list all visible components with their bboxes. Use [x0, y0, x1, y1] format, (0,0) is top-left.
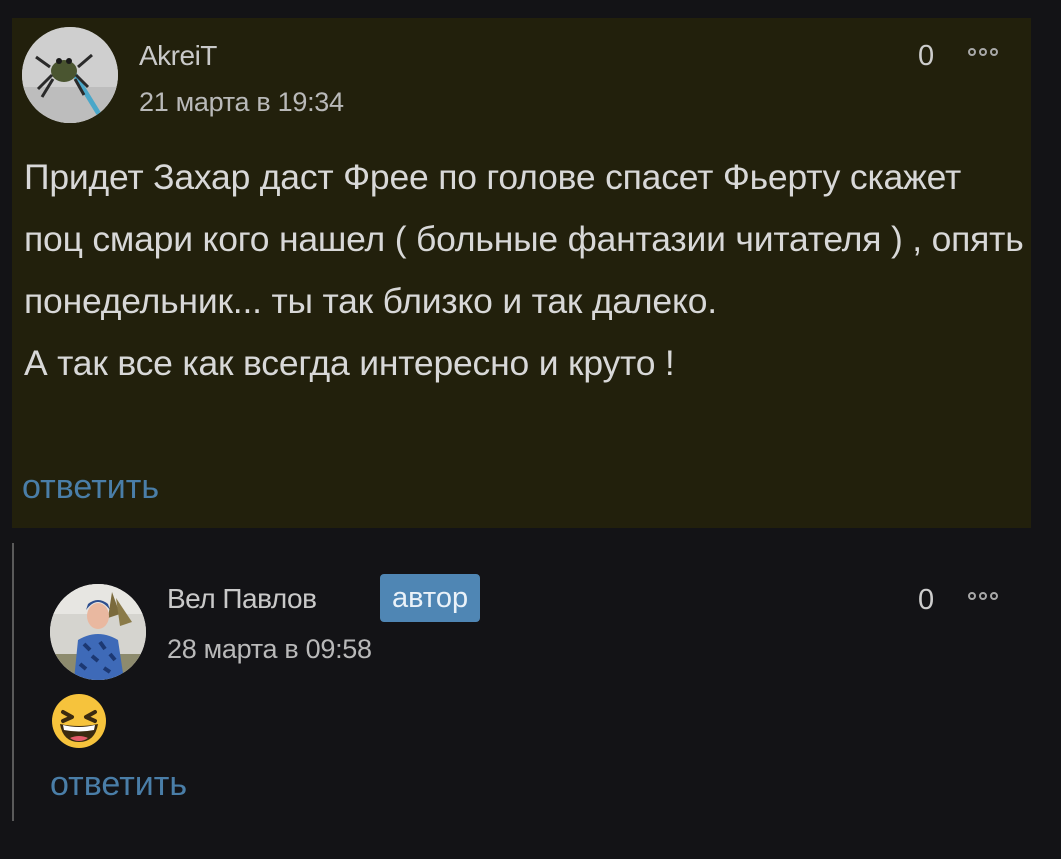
comment-reply: Вел Павлов автор 28 марта в 09:58 0 отве…: [12, 528, 1031, 828]
more-options-icon[interactable]: [968, 592, 998, 600]
author-badge: автор: [380, 574, 481, 622]
comment-timestamp: 28 марта в 09:58: [167, 634, 372, 664]
reply-button[interactable]: ответить: [22, 467, 159, 507]
more-options-icon[interactable]: [968, 48, 998, 56]
person-photo-icon: [50, 584, 146, 680]
avatar[interactable]: [22, 27, 118, 123]
comment-paragraph: Придет Захар даст Фрее по голове спасет …: [24, 157, 1024, 321]
reply-button[interactable]: ответить: [50, 764, 187, 804]
comment-body: Придет Захар даст Фрее по голове спасет …: [24, 146, 1024, 394]
comment-rating: 0: [918, 40, 935, 72]
comment-paragraph: А так все как всегда интересно и круто !: [24, 343, 675, 383]
comment-rating: 0: [918, 584, 935, 616]
laughing-face-icon: [50, 692, 108, 750]
comment-timestamp: 21 марта в 19:34: [139, 87, 344, 117]
comment-author[interactable]: AkreiT: [139, 40, 217, 72]
avatar[interactable]: [50, 584, 146, 680]
crab-on-rod-icon: [22, 27, 118, 123]
comment-highlighted: AkreiT 21 марта в 19:34 0 Придет Захар д…: [12, 18, 1031, 528]
comment-author[interactable]: Вел Павлов: [167, 583, 317, 615]
